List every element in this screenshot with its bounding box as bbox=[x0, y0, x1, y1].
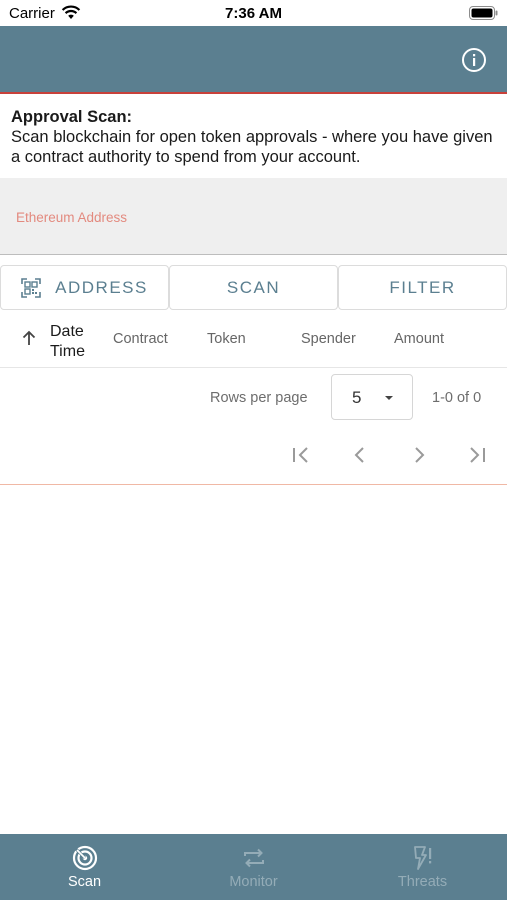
tab-threats-label: Threats bbox=[397, 874, 448, 890]
tab-scan-label: Scan bbox=[67, 874, 102, 890]
rows-per-page-select[interactable]: 5 bbox=[331, 374, 413, 420]
filter-button[interactable]: FILTER bbox=[338, 265, 507, 310]
flash-alert-icon bbox=[414, 846, 432, 870]
table-header: Date Time Contract Token Spender Amount bbox=[0, 312, 507, 368]
address-button[interactable]: ADDRESS bbox=[0, 265, 169, 310]
column-date-label: Date bbox=[50, 323, 84, 340]
qr-scan-icon bbox=[21, 277, 41, 298]
tab-scan[interactable]: Scan bbox=[0, 834, 169, 900]
rows-per-page-label: Rows per page bbox=[210, 390, 308, 406]
tab-monitor-label: Monitor bbox=[229, 874, 278, 890]
column-date-time[interactable]: Date Time bbox=[50, 322, 85, 362]
intro-section: Approval Scan: Scan blockchain for open … bbox=[11, 107, 501, 167]
column-amount[interactable]: Amount bbox=[394, 331, 444, 347]
tab-monitor[interactable]: Monitor bbox=[169, 834, 338, 900]
intro-title: Approval Scan: bbox=[11, 108, 133, 126]
pagination: Rows per page 5 1-0 of 0 bbox=[0, 368, 507, 485]
last-page-icon[interactable] bbox=[466, 446, 488, 464]
filter-button-label: FILTER bbox=[389, 277, 456, 297]
address-placeholder: Ethereum Address bbox=[16, 210, 128, 225]
address-button-label: ADDRESS bbox=[55, 277, 148, 297]
app-bar bbox=[0, 26, 507, 94]
caret-down-icon bbox=[385, 396, 393, 400]
status-bar: Carrier 7:36 AM bbox=[0, 0, 507, 26]
column-contract[interactable]: Contract bbox=[113, 331, 168, 347]
column-spender[interactable]: Spender bbox=[301, 331, 356, 347]
action-buttons: ADDRESS SCAN FILTER bbox=[0, 265, 507, 310]
intro-description: Scan blockchain for open token approvals… bbox=[11, 128, 493, 166]
page-range: 1-0 of 0 bbox=[432, 390, 482, 406]
bottom-tab-bar: Scan Monitor Threats bbox=[0, 834, 507, 900]
column-time-label: Time bbox=[50, 343, 85, 360]
repeat-icon bbox=[244, 848, 264, 868]
rows-per-page-value: 5 bbox=[352, 388, 362, 407]
scan-button[interactable]: SCAN bbox=[169, 265, 338, 310]
ethereum-address-input[interactable]: Ethereum Address bbox=[0, 178, 507, 255]
clock: 7:36 AM bbox=[225, 5, 282, 22]
info-icon[interactable] bbox=[461, 47, 487, 73]
first-page-icon[interactable] bbox=[290, 446, 312, 464]
battery-icon bbox=[469, 6, 498, 20]
next-page-icon[interactable] bbox=[408, 446, 430, 464]
previous-page-icon[interactable] bbox=[349, 446, 371, 464]
arrow-up-icon[interactable] bbox=[21, 330, 37, 346]
scan-button-label: SCAN bbox=[226, 277, 281, 297]
radar-icon bbox=[72, 845, 98, 871]
column-token[interactable]: Token bbox=[207, 331, 246, 347]
tab-threats[interactable]: Threats bbox=[338, 834, 507, 900]
